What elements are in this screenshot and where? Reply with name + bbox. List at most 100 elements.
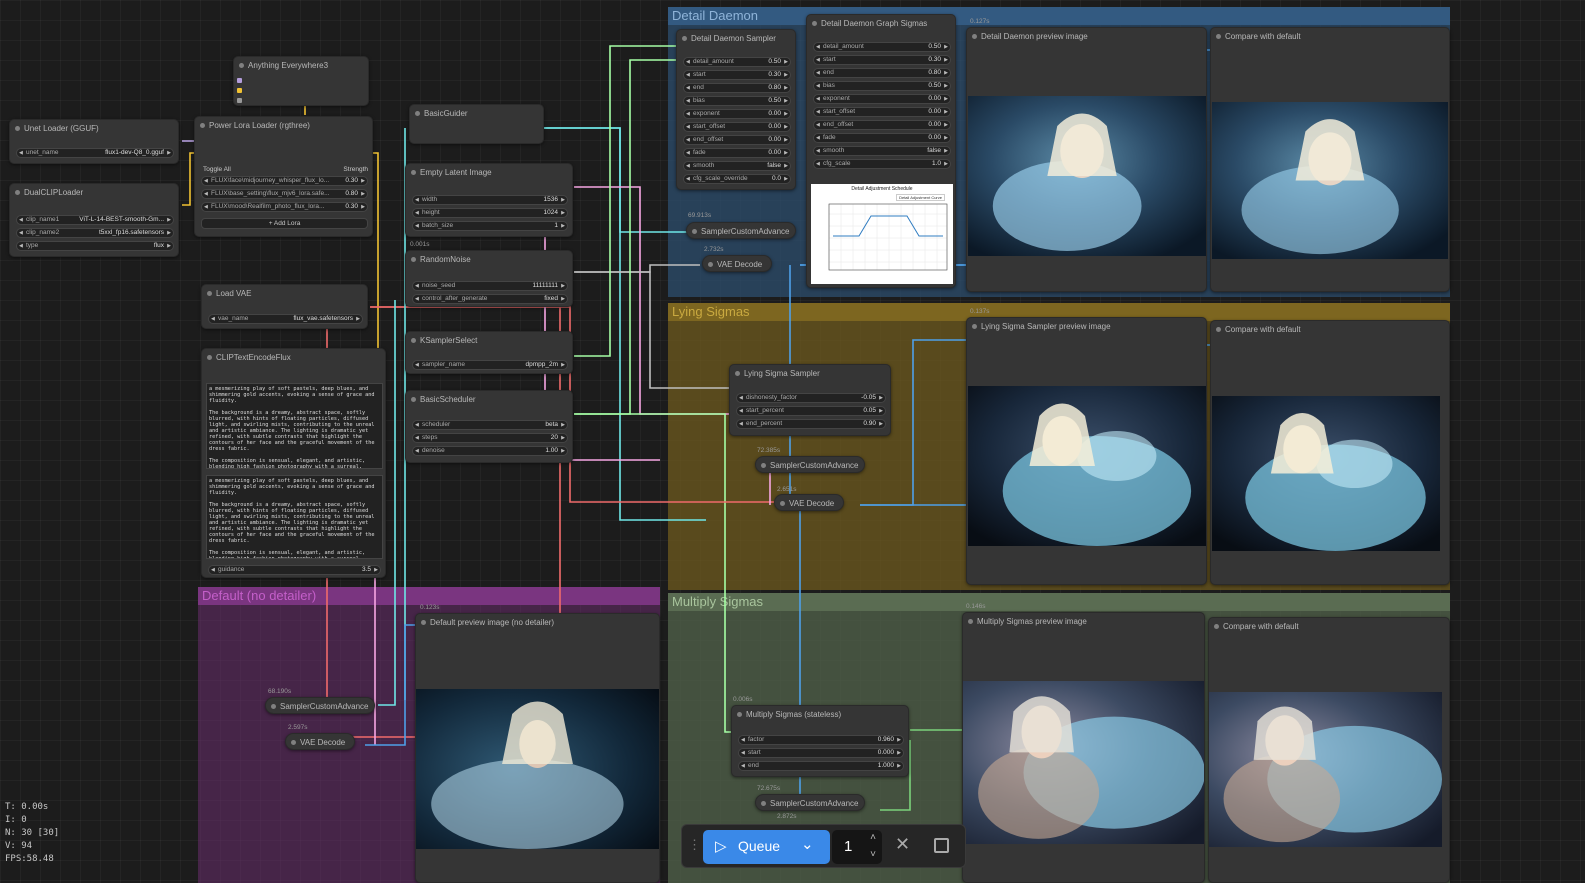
param-widget[interactable]: end 0.80 xyxy=(683,83,791,93)
denoise-widget[interactable]: denoise 1.00 xyxy=(412,446,568,456)
clip-name2-widget[interactable]: clip_name2 t5xxl_fp16.safetensors xyxy=(16,228,174,238)
sampler-name-widget[interactable]: sampler_name dpmpp_2m xyxy=(412,360,568,370)
clip-text-encode-node[interactable]: CLIPTextEncodeFlux a mesmerizing play of… xyxy=(201,348,386,578)
clip-l-prompt-textarea[interactable]: a mesmerizing play of soft pastels, deep… xyxy=(206,383,383,469)
unet-loader-node[interactable]: Unet Loader (GGUF) unet_name flux1-dev-Q… xyxy=(9,119,179,164)
vae-decode-node[interactable]: VAE Decode xyxy=(285,733,355,750)
detail-adjustment-chart: Detail Adjustment Schedule Detail Adjust… xyxy=(811,184,953,284)
param-widget[interactable]: cfg_scale_override 0.0 xyxy=(683,174,791,184)
param-widget[interactable]: fade 0.00 xyxy=(813,133,951,143)
queue-button[interactable]: ▷ Queue ⌄ xyxy=(703,830,830,864)
sampler-custom-advance-node[interactable]: SamplerCustomAdvance xyxy=(755,456,865,473)
lora-row[interactable]: FLUX\base_setting\flux_mjv6_lora.safe...… xyxy=(201,189,368,199)
node-title: KSamplerSelect xyxy=(406,332,572,350)
add-lora-button[interactable]: + Add Lora xyxy=(201,218,368,229)
detail-daemon-sampler-node[interactable]: Detail Daemon Sampler detail_amount 0.50 s… xyxy=(676,29,796,190)
stop-icon[interactable] xyxy=(934,838,949,853)
param-widget[interactable]: smooth false xyxy=(813,146,951,156)
widget-value: 0.00 xyxy=(768,110,781,117)
multiply-sigmas-preview-node[interactable]: Multiply Sigmas preview image xyxy=(962,612,1205,883)
factor-widget[interactable]: factor 0.960 xyxy=(738,735,904,745)
param-widget[interactable]: end 0.80 xyxy=(813,68,951,78)
param-widget[interactable]: detail_amount 0.50 xyxy=(813,42,951,52)
batch-size-widget[interactable]: batch_size 1 xyxy=(412,221,568,231)
control-after-generate-widget[interactable]: control_after_generate fixed xyxy=(412,294,568,304)
execution-timer: 0.123s xyxy=(420,604,440,611)
width-widget[interactable]: width 1536 xyxy=(412,195,568,205)
param-widget[interactable]: bias 0.50 xyxy=(813,81,951,91)
param-widget[interactable]: start 0.30 xyxy=(813,55,951,65)
vae-decode-node[interactable]: VAE Decode xyxy=(702,255,772,272)
queue-label: Queue xyxy=(738,838,781,854)
lora-row[interactable]: FLUX\mood\Realfilm_photo_flux_lora... 0.3… xyxy=(201,202,368,212)
basic-scheduler-node[interactable]: BasicScheduler scheduler beta steps 20 den… xyxy=(405,390,573,463)
t5xxl-prompt-textarea[interactable]: a mesmerizing play of soft pastels, deep… xyxy=(206,475,383,559)
param-widget[interactable]: cfg_scale 1.0 xyxy=(813,159,951,169)
lying-sigma-sampler-node[interactable]: Lying Sigma Sampler dishonesty_factor -0.… xyxy=(729,364,891,436)
param-widget[interactable]: start 0.30 xyxy=(683,70,791,80)
widget-value: flux1-dev-Q8_0.gguf xyxy=(105,149,164,156)
vae-decode-node[interactable]: VAE Decode xyxy=(774,494,844,511)
noise-seed-widget[interactable]: noise_seed 11111111 xyxy=(412,281,568,291)
input-slot[interactable] xyxy=(237,88,242,93)
node-title: RandomNoise xyxy=(406,251,572,269)
widget-value: 0.50 xyxy=(928,82,941,89)
close-icon[interactable]: ✕ xyxy=(895,834,910,855)
empty-latent-image-node[interactable]: Empty Latent Image width1536 height1024 … xyxy=(405,163,573,237)
param-widget[interactable]: exponent 0.00 xyxy=(683,109,791,119)
end-widget[interactable]: end 1.000 xyxy=(738,761,904,771)
sampler-custom-advance-node[interactable]: SamplerCustomAdvance xyxy=(686,222,796,239)
vae-name-widget[interactable]: vae_name flux_vae.safetensors xyxy=(208,314,363,324)
ksampler-select-node[interactable]: KSamplerSelect sampler_name dpmpp_2m xyxy=(405,331,573,374)
param-widget[interactable]: start_offset 0.00 xyxy=(683,122,791,132)
dishonesty-factor-widget[interactable]: dishonesty_factor -0.05 xyxy=(736,393,886,403)
guidance-widget[interactable]: guidance 3.5 xyxy=(208,565,381,575)
param-widget[interactable]: end_offset 0.00 xyxy=(683,135,791,145)
widget-value: -0.05 xyxy=(861,394,876,401)
dual-clip-loader-node[interactable]: DualCLIPLoader clip_name1 ViT-L-14-BEST-s… xyxy=(9,183,179,257)
steps-widget[interactable]: steps 20 xyxy=(412,433,568,443)
clip-name1-widget[interactable]: clip_name1 ViT-L-14-BEST-smooth-Gm... xyxy=(16,215,174,225)
compare-with-default-node[interactable]: Compare with default xyxy=(1210,27,1450,292)
param-widget[interactable]: bias 0.50 xyxy=(683,96,791,106)
start-percent-widget[interactable]: start_percent 0.05 xyxy=(736,406,886,416)
param-widget[interactable]: detail_amount 0.50 xyxy=(683,57,791,67)
anything-everywhere-node[interactable]: Anything Everywhere3 xyxy=(233,56,369,106)
input-slot[interactable] xyxy=(237,98,242,103)
type-widget[interactable]: type flux xyxy=(16,241,174,251)
start-widget[interactable]: start 0.000 xyxy=(738,748,904,758)
input-slot[interactable] xyxy=(237,78,242,83)
queue-toolbar: ⋮⋮ ▷ Queue ⌄ 1 ˄ ˅ ✕ xyxy=(681,824,966,868)
scheduler-widget[interactable]: scheduler beta xyxy=(412,420,568,430)
detail-daemon-preview-node[interactable]: Detail Daemon preview image xyxy=(966,27,1207,292)
lora-row[interactable]: FLUX\face\midjourney_whisper_flux_lo... 0… xyxy=(201,176,368,186)
param-widget[interactable]: end_offset 0.00 xyxy=(813,120,951,130)
lying-sigma-preview-node[interactable]: Lying Sigma Sampler preview image xyxy=(966,317,1207,585)
batch-count-input[interactable]: 1 ˄ ˅ xyxy=(832,830,882,864)
load-vae-node[interactable]: Load VAE vae_name flux_vae.safetensors xyxy=(201,284,368,329)
widget-label: end xyxy=(823,69,834,76)
param-widget[interactable]: exponent 0.00 xyxy=(813,94,951,104)
end-percent-widget[interactable]: end_percent 0.90 xyxy=(736,419,886,429)
chevron-down-icon[interactable]: ⌄ xyxy=(801,835,814,853)
sampler-custom-advance-node[interactable]: SamplerCustomAdvance xyxy=(265,697,375,714)
random-noise-node[interactable]: RandomNoise noise_seed 11111111 control_a… xyxy=(405,250,573,307)
param-widget[interactable]: fade 0.00 xyxy=(683,148,791,158)
param-widget[interactable]: smooth false xyxy=(683,161,791,171)
param-widget[interactable]: start_offset 0.00 xyxy=(813,107,951,117)
power-lora-loader-node[interactable]: Power Lora Loader (rgthree) Toggle All S… xyxy=(194,116,373,237)
compare-with-default-node[interactable]: Compare with default xyxy=(1208,617,1450,883)
height-widget[interactable]: height 1024 xyxy=(412,208,568,218)
toggle-all-row[interactable]: Toggle All Strength xyxy=(203,166,368,173)
sampler-custom-advance-node[interactable]: SamplerCustomAdvance xyxy=(755,794,865,811)
widget-value: false xyxy=(767,162,781,169)
unet-name-widget[interactable]: unet_name flux1-dev-Q8_0.gguf xyxy=(16,148,174,158)
compare-with-default-node[interactable]: Compare with default xyxy=(1210,320,1450,585)
default-preview-node[interactable]: Default preview image (no detailer) xyxy=(415,613,660,883)
widget-label: scheduler xyxy=(422,421,451,428)
decrement-icon[interactable]: ˅ xyxy=(870,838,876,872)
basic-guider-node[interactable]: BasicGuider xyxy=(409,104,544,144)
detail-daemon-graph-sigmas-node[interactable]: Detail Daemon Graph Sigmas detail_amount… xyxy=(806,14,956,288)
compare-image xyxy=(1209,692,1442,847)
multiply-sigmas-node[interactable]: Multiply Sigmas (stateless) factor0.960 … xyxy=(731,705,909,777)
